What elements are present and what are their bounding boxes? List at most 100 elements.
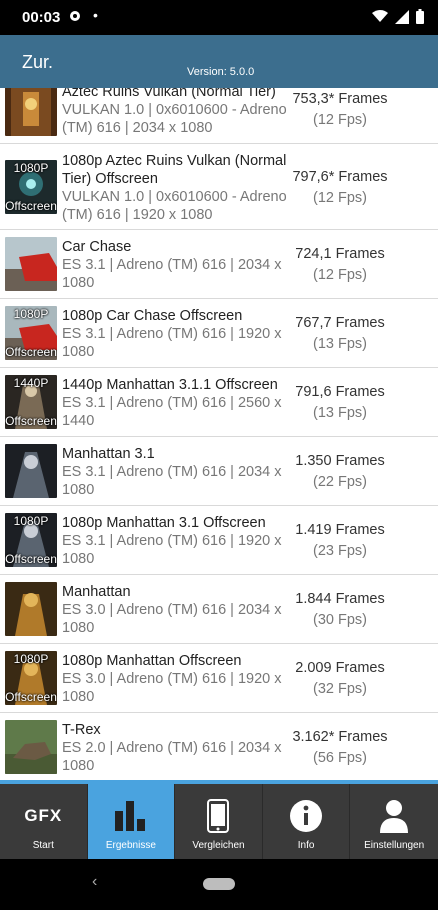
notification-dot-icon: • (93, 7, 98, 23)
nav-ergebnisse[interactable]: Ergebnisse (87, 784, 176, 859)
benchmark-thumbnail: 1080P Offscreen (5, 160, 57, 214)
nav-ergebnisse-label: Ergebnisse (105, 840, 156, 851)
benchmark-details: ES 3.1 | Adreno (TM) 616 | 2560 x 1440 (62, 395, 282, 429)
thumbnail-resolution-label: 1440P (13, 376, 49, 390)
fps-value: (23 Fps) (313, 543, 367, 559)
info-icon (263, 798, 350, 834)
status-bar: 00:03 • (0, 0, 438, 35)
benchmark-name: Car Chase (62, 239, 132, 255)
result-row[interactable]: 1440P Offscreen 1440p Manhattan 3.1.1 Of… (0, 368, 438, 437)
benchmark-name: 1080p Manhattan Offscreen (62, 653, 242, 669)
home-pill-button[interactable] (203, 878, 235, 890)
version-label: Version: 5.0.0 (187, 66, 255, 78)
benchmark-name: Manhattan 3.1 (62, 446, 155, 462)
benchmark-thumbnail (5, 88, 57, 136)
nav-start[interactable]: GFX Start (0, 784, 88, 859)
gfx-logo-text: GFX (24, 806, 63, 825)
benchmark-thumbnail (5, 720, 57, 774)
frames-value: 724,1 Frames (295, 246, 385, 262)
benchmark-name: 1080p Manhattan 3.1 Offscreen (62, 515, 266, 531)
back-button[interactable]: Zur. (22, 52, 53, 73)
system-navigation-bar: ‹ (0, 859, 438, 910)
thumbnail-resolution-label: 1080P (13, 161, 49, 175)
app-bar: Zur. Version: 5.0.0 (0, 35, 438, 88)
frames-value: 3.162* Frames (292, 729, 388, 745)
wifi-icon (372, 10, 388, 28)
status-icons (372, 9, 424, 29)
result-row[interactable]: 1080P Offscreen 1080p Manhattan Offscree… (0, 644, 438, 713)
battery-icon (416, 9, 424, 29)
result-row[interactable]: Manhattan 3.1 ES 3.1 | Adreno (TM) 616 |… (0, 437, 438, 506)
benchmark-details: ES 3.1 | Adreno (TM) 616 | 1920 x 1080 (62, 533, 282, 567)
benchmark-thumbnail (5, 444, 57, 498)
nav-einstellungen-label: Einstellungen (364, 840, 425, 851)
settings-icon (68, 9, 82, 26)
benchmark-name: 1440p Manhattan 3.1.1 Offscreen (62, 377, 278, 393)
frames-value: 1.844 Frames (295, 591, 385, 607)
fps-value: (30 Fps) (313, 612, 367, 628)
fps-value: (13 Fps) (313, 405, 367, 421)
fps-value: (12 Fps) (313, 267, 367, 283)
back-chevron-icon[interactable]: ‹ (92, 873, 97, 891)
results-list[interactable]: Aztec Ruins Vulkan (Normal Tier) VULKAN … (0, 88, 438, 780)
thumbnail-offscreen-label: Offscreen (5, 345, 57, 359)
benchmark-name: Manhattan (62, 584, 131, 600)
bar-chart-icon (88, 798, 175, 834)
benchmark-details: ES 3.0 | Adreno (TM) 616 | 2034 x 1080 (62, 602, 282, 636)
benchmark-thumbnail: 1080P Offscreen (5, 306, 57, 360)
result-row[interactable]: Car Chase ES 3.1 | Adreno (TM) 616 | 203… (0, 230, 438, 299)
benchmark-thumbnail: 1080P Offscreen (5, 651, 57, 705)
benchmark-details: ES 3.1 | Adreno (TM) 616 | 1920 x 1080 (62, 326, 282, 360)
benchmark-details: ES 3.1 | Adreno (TM) 616 | 2034 x 1080 (62, 257, 282, 291)
thumbnail-resolution-label: 1080P (13, 307, 49, 321)
thumbnail-offscreen-label: Offscreen (5, 690, 57, 704)
benchmark-thumbnail: 1080P Offscreen (5, 513, 57, 567)
frames-value: 753,3* Frames (292, 91, 388, 107)
result-row[interactable]: 1080P Offscreen 1080p Manhattan 3.1 Offs… (0, 506, 438, 575)
thumbnail-resolution-label: 1080P (13, 652, 49, 666)
result-row[interactable]: Aztec Ruins Vulkan (Normal Tier) VULKAN … (0, 88, 438, 144)
nav-einstellungen[interactable]: Einstellungen (350, 784, 438, 859)
frames-value: 1.350 Frames (295, 453, 385, 469)
nav-vergleichen-label: Vergleichen (192, 840, 245, 851)
frames-value: 1.419 Frames (295, 522, 385, 538)
nav-start-label: Start (32, 840, 54, 851)
benchmark-details: ES 3.1 | Adreno (TM) 616 | 2034 x 1080 (62, 464, 282, 498)
result-row[interactable]: Manhattan ES 3.0 | Adreno (TM) 616 | 203… (0, 575, 438, 644)
phone-icon (175, 798, 262, 834)
benchmark-name: 1080p Car Chase Offscreen (62, 308, 243, 324)
result-row[interactable]: T-Rex ES 2.0 | Adreno (TM) 616 | 2034 x … (0, 713, 438, 780)
bottom-navigation: GFX Start Ergebnisse Vergleichen Info Ei… (0, 784, 438, 859)
fps-value: (32 Fps) (313, 681, 367, 697)
benchmark-thumbnail: 1440P Offscreen (5, 375, 57, 429)
benchmark-details: ES 2.0 | Adreno (TM) 616 | 2034 x 1080 (62, 740, 282, 774)
nav-info[interactable]: Info (263, 784, 351, 859)
status-time: 00:03 (22, 9, 61, 26)
nav-info-label: Info (297, 840, 315, 851)
benchmark-details: VULKAN 1.0 | 0x6010600 - Adreno (TM) 616… (62, 189, 287, 223)
benchmark-details: VULKAN 1.0 | 0x6010600 - Adreno (TM) 616… (62, 102, 287, 136)
fps-value: (12 Fps) (313, 190, 367, 206)
frames-value: 767,7 Frames (295, 315, 385, 331)
signal-icon (395, 9, 409, 29)
benchmark-name: 1080p Aztec Ruins Vulkan (Normal Tier) O… (62, 153, 287, 187)
screen: 00:03 • Zur. Version: 5.0.0 Aztec Ruins … (0, 0, 438, 910)
thumbnail-resolution-label: 1080P (13, 514, 49, 528)
benchmark-thumbnail (5, 237, 57, 291)
result-row[interactable]: 1080P Offscreen 1080p Car Chase Offscree… (0, 299, 438, 368)
benchmark-thumbnail (5, 582, 57, 636)
benchmark-details: ES 3.0 | Adreno (TM) 616 | 1920 x 1080 (62, 671, 282, 705)
frames-value: 791,6 Frames (295, 384, 385, 400)
person-icon (350, 798, 438, 834)
gfx-logo-icon: GFX (0, 798, 87, 834)
frames-value: 2.009 Frames (295, 660, 385, 676)
result-row[interactable]: 1080P Offscreen 1080p Aztec Ruins Vulkan… (0, 144, 438, 230)
fps-value: (56 Fps) (313, 750, 367, 766)
nav-vergleichen[interactable]: Vergleichen (175, 784, 263, 859)
frames-value: 797,6* Frames (292, 169, 388, 185)
thumbnail-offscreen-label: Offscreen (5, 552, 57, 566)
thumbnail-offscreen-label: Offscreen (5, 199, 57, 213)
benchmark-name: Aztec Ruins Vulkan (Normal Tier) (62, 88, 276, 100)
fps-value: (12 Fps) (313, 112, 367, 128)
fps-value: (13 Fps) (313, 336, 367, 352)
